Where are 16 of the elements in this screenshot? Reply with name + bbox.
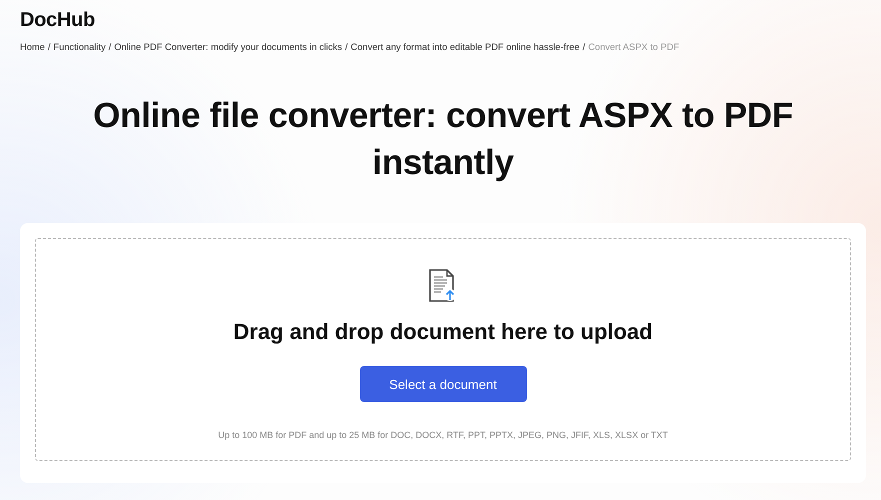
breadcrumb-link[interactable]: Home xyxy=(20,42,45,52)
breadcrumb-separator: / xyxy=(48,42,50,52)
document-upload-icon xyxy=(429,269,457,303)
select-document-button[interactable]: Select a document xyxy=(360,366,526,402)
drop-zone[interactable]: Drag and drop document here to upload Select a document Up to 100 MB for PDF and up to 25 MB for DOC, DOCX, RTF, PPT, PPTX, JPEG, PNG, JFIF, XLS, XLSX or TXT xyxy=(35,238,851,461)
file-limits-note: Up to 100 MB for PDF and up to 25 MB for DOC, DOCX, RTF, PPT, PPTX, JPEG, PNG, JFIF, XLS, XLSX or TXT xyxy=(218,430,668,440)
breadcrumb-link[interactable]: Convert any format into editable PDF online hassle-free xyxy=(350,42,580,52)
breadcrumb-current: Convert ASPX to PDF xyxy=(588,42,680,52)
page-title: Online file converter: convert ASPX to PDF instantly xyxy=(92,95,794,184)
breadcrumb-separator: / xyxy=(108,42,112,52)
breadcrumb-separator: / xyxy=(345,42,348,52)
breadcrumb-separator: / xyxy=(582,42,586,52)
breadcrumb-link[interactable]: Online PDF Converter: modify your documents in clicks xyxy=(114,42,342,52)
logo[interactable]: DocHub xyxy=(20,9,95,32)
upload-heading: Drag and drop document here to upload xyxy=(233,319,653,345)
breadcrumb-link[interactable]: Functionality xyxy=(53,42,106,52)
